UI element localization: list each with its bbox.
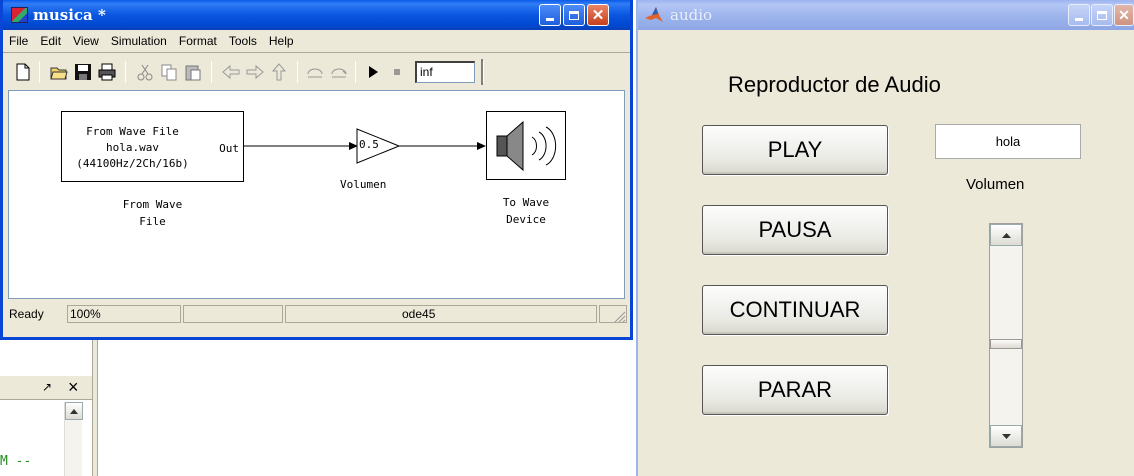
slider-up-button[interactable] <box>990 224 1022 246</box>
gain-block-caption: Volumen <box>340 178 387 191</box>
gain-block-value[interactable]: 0.5 <box>359 138 379 151</box>
open-folder-icon[interactable] <box>49 62 69 82</box>
audio-title-bar[interactable]: audio ✕ <box>638 0 1134 30</box>
new-file-icon[interactable] <box>13 62 33 82</box>
menu-help[interactable]: Help <box>263 34 300 48</box>
minimize-icon <box>546 17 554 21</box>
minimize-button[interactable] <box>539 4 561 26</box>
print-icon[interactable] <box>97 62 117 82</box>
audio-title: audio <box>670 6 713 24</box>
simulink-status-bar: Ready 100% ode45 <box>3 303 630 325</box>
to-wave-caption-2: Device <box>506 213 546 226</box>
resize-grip-icon[interactable] <box>612 309 626 323</box>
up-arrow-icon[interactable] <box>269 62 289 82</box>
slider-down-button[interactable] <box>990 425 1022 447</box>
menu-edit[interactable]: Edit <box>34 34 67 48</box>
console-text: M -- <box>0 454 32 469</box>
volume-slider[interactable] <box>989 223 1023 448</box>
status-zoom: 100% <box>67 305 181 323</box>
cut-icon[interactable] <box>135 62 155 82</box>
forward-arrow-icon[interactable] <box>245 62 265 82</box>
pause-button[interactable]: PAUSA <box>702 205 888 255</box>
undock-icon[interactable]: ↗ <box>42 380 52 394</box>
text-field[interactable]: hola <box>935 124 1081 159</box>
close-button[interactable]: ✕ <box>587 4 609 26</box>
back-arrow-icon[interactable] <box>221 62 241 82</box>
volume-label: Volumen <box>966 176 1025 193</box>
scroll-up-button[interactable] <box>65 402 83 420</box>
stop-time-input[interactable]: inf <box>415 61 475 83</box>
slider-thumb[interactable] <box>990 339 1022 349</box>
menu-tools[interactable]: Tools <box>223 34 263 48</box>
toolbar-overflow <box>481 59 485 85</box>
status-cell-empty-1 <box>183 305 283 323</box>
docked-panel-header: ↗ × <box>0 376 92 400</box>
speaker-icon <box>496 120 557 172</box>
simulink-title: musica * <box>33 6 106 24</box>
maximize-icon <box>1097 10 1107 20</box>
model-canvas[interactable]: From Wave File hola.wav (44100Hz/2Ch/16b… <box>8 90 625 299</box>
status-state: Ready <box>9 307 44 321</box>
close-icon: ✕ <box>1118 7 1130 23</box>
status-solver-value: ode45 <box>402 307 436 321</box>
undo-icon[interactable] <box>305 62 325 82</box>
to-wave-device-block[interactable] <box>486 111 566 180</box>
menu-format[interactable]: Format <box>173 34 223 48</box>
chevron-up-icon <box>1001 232 1011 238</box>
gui-heading: Reproductor de Audio <box>728 72 941 97</box>
menu-file[interactable]: File <box>3 34 34 48</box>
start-simulation-icon[interactable] <box>363 62 383 82</box>
audio-maximize-button[interactable] <box>1091 4 1113 26</box>
simulink-title-bar[interactable]: musica * ✕ <box>3 0 630 30</box>
chevron-down-icon <box>1001 433 1011 439</box>
audio-minimize-button[interactable] <box>1068 4 1090 26</box>
audio-window: audio ✕ Reproductor de Audio PLAY PAUSA … <box>636 0 1134 476</box>
redo-icon[interactable] <box>329 62 349 82</box>
save-icon[interactable] <box>73 62 93 82</box>
stop-button[interactable]: PARAR <box>702 365 888 415</box>
chevron-up-icon <box>70 408 78 414</box>
to-wave-caption-1: To Wave <box>502 196 550 209</box>
continue-button[interactable]: CONTINUAR <box>702 285 888 335</box>
minimize-icon <box>1075 17 1083 21</box>
play-button[interactable]: PLAY <box>702 125 888 175</box>
close-icon: ✕ <box>591 6 605 24</box>
copy-icon[interactable] <box>159 62 179 82</box>
maximize-button[interactable] <box>563 4 585 26</box>
panel-close-icon[interactable]: × <box>68 377 79 398</box>
panel-divider[interactable] <box>92 340 98 476</box>
matlab-desktop: ↗ × M -- <box>0 340 633 476</box>
menu-simulation[interactable]: Simulation <box>105 34 173 48</box>
simulink-window: musica * ✕ File Edit View Simulation For… <box>0 0 633 340</box>
status-solver: ode45 <box>285 305 597 323</box>
stop-simulation-icon[interactable] <box>387 62 407 82</box>
simulink-app-icon <box>11 7 28 23</box>
matlab-logo-icon <box>645 7 663 22</box>
paste-icon[interactable] <box>183 62 203 82</box>
menu-view[interactable]: View <box>67 34 105 48</box>
panel-scrollbar[interactable] <box>64 402 83 476</box>
simulink-toolbar: inf <box>3 53 630 89</box>
audio-close-button[interactable]: ✕ <box>1114 4 1134 26</box>
maximize-icon <box>569 10 579 20</box>
status-zoom-value: 100% <box>70 307 101 321</box>
simulink-menu-bar: File Edit View Simulation Format Tools H… <box>3 30 630 52</box>
